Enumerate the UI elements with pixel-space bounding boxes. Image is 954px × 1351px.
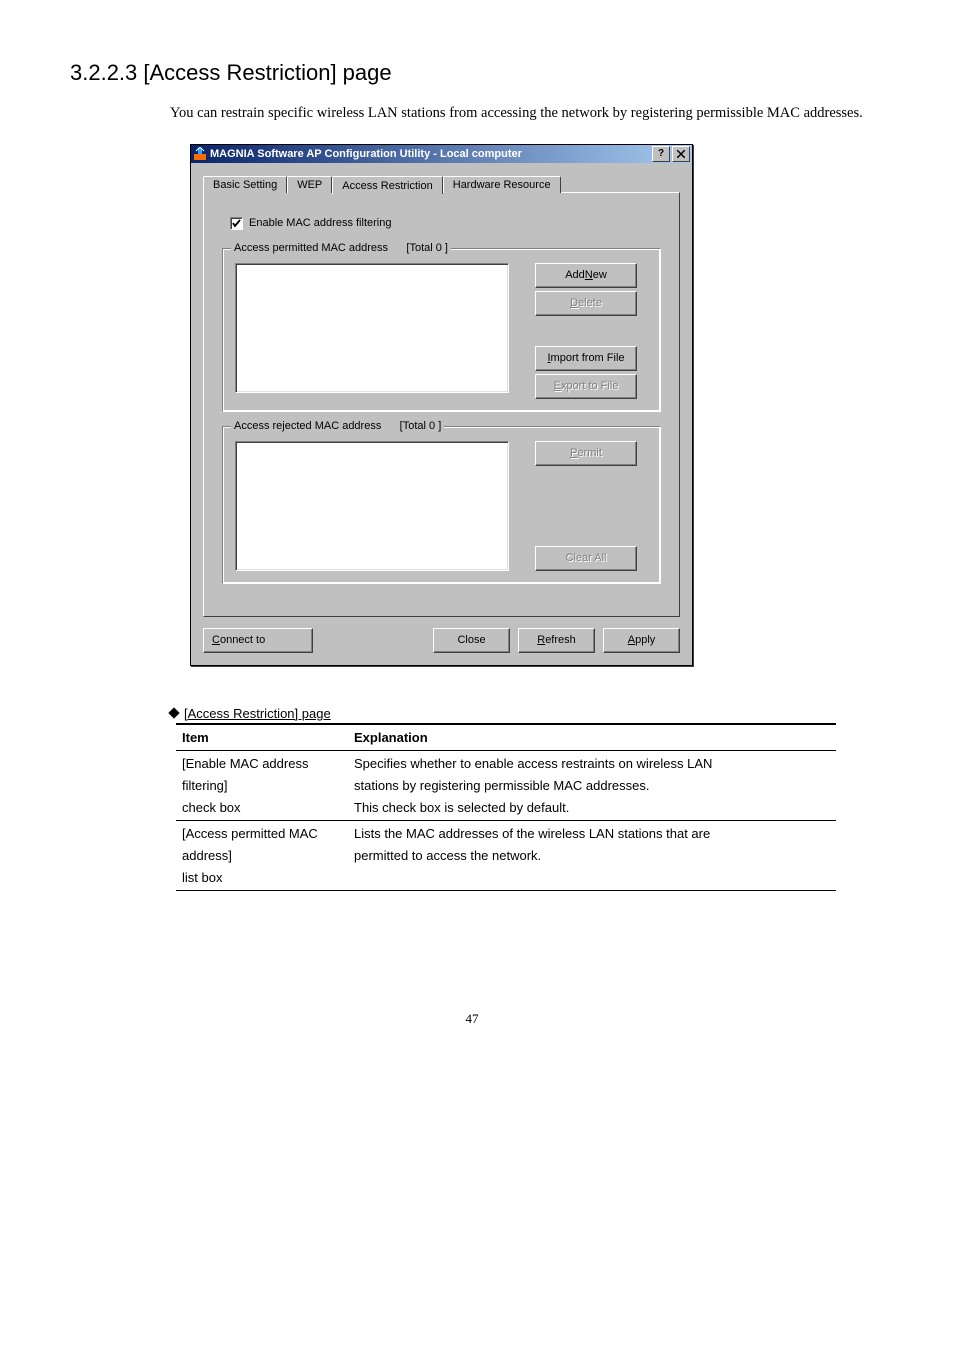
cell-explanation: stations by registering permissible MAC … bbox=[348, 773, 836, 795]
table-caption: [Access Restriction] page bbox=[184, 706, 331, 721]
intro-text: You can restrain specific wireless LAN s… bbox=[170, 104, 874, 124]
permitted-listbox[interactable] bbox=[235, 263, 509, 393]
permitted-groupbox: Access permitted MAC address [Total 0 ] … bbox=[222, 248, 661, 412]
rejected-button-column: Permit Clear All bbox=[535, 441, 637, 571]
cell-explanation: Specifies whether to enable access restr… bbox=[348, 750, 836, 773]
cell-item: address] bbox=[176, 843, 348, 865]
close-button[interactable]: Close bbox=[433, 628, 510, 653]
enable-filtering-row: Enable MAC address filtering bbox=[230, 217, 661, 230]
section-heading: 3.2.2.3 [Access Restriction] page bbox=[70, 60, 874, 86]
cell-item: list box bbox=[176, 865, 348, 891]
table-row: [Enable MAC address Specifies whether to… bbox=[176, 750, 836, 773]
import-from-file-button[interactable]: Import from File bbox=[535, 346, 637, 371]
apply-button[interactable]: Apply bbox=[603, 628, 680, 653]
table-caption-row: [Access Restriction] page bbox=[170, 706, 874, 721]
table-row: [Access permitted MAC Lists the MAC addr… bbox=[176, 820, 836, 843]
add-new-button[interactable]: Add New bbox=[535, 263, 637, 288]
refresh-button[interactable]: Refresh bbox=[518, 628, 595, 653]
table-row: address] permitted to access the network… bbox=[176, 843, 836, 865]
tab-access-restriction[interactable]: Access Restriction bbox=[332, 176, 442, 194]
permitted-legend: Access permitted MAC address [Total 0 ] bbox=[231, 242, 451, 254]
cell-explanation: This check box is selected by default. bbox=[348, 795, 836, 821]
enable-filtering-label: Enable MAC address filtering bbox=[249, 217, 391, 229]
clear-all-button: Clear All bbox=[535, 546, 637, 571]
app-window: MAGNIA Software AP Configuration Utility… bbox=[190, 144, 693, 666]
help-button[interactable]: ? bbox=[652, 146, 670, 162]
bottom-button-row: Connect to Close Refresh Apply bbox=[203, 628, 680, 653]
tab-wep[interactable]: WEP bbox=[287, 176, 332, 193]
tab-panel: Enable MAC address filtering Access perm… bbox=[203, 192, 680, 617]
th-item: Item bbox=[176, 724, 348, 751]
export-to-file-button: Export to File bbox=[535, 374, 637, 399]
delete-button: Delete bbox=[535, 291, 637, 316]
cell-item: check box bbox=[176, 795, 348, 821]
rejected-legend: Access rejected MAC address [Total 0 ] bbox=[231, 420, 444, 432]
rejected-listbox[interactable] bbox=[235, 441, 509, 571]
enable-filtering-checkbox[interactable] bbox=[230, 217, 243, 230]
cell-item: filtering] bbox=[176, 773, 348, 795]
table-row: list box bbox=[176, 865, 836, 891]
tab-strip: Basic Setting WEP Access Restriction Har… bbox=[203, 173, 680, 193]
permitted-button-column: Add New Delete Import from File Export t… bbox=[535, 263, 637, 399]
cell-item: [Enable MAC address bbox=[176, 750, 348, 773]
cell-explanation: Lists the MAC addresses of the wireless … bbox=[348, 820, 836, 843]
table-row: filtering] stations by registering permi… bbox=[176, 773, 836, 795]
tab-basic-setting[interactable]: Basic Setting bbox=[203, 176, 287, 193]
diamond-bullet-icon bbox=[168, 707, 179, 718]
window-title: MAGNIA Software AP Configuration Utility… bbox=[210, 148, 650, 160]
close-window-button[interactable] bbox=[672, 146, 690, 162]
titlebar: MAGNIA Software AP Configuration Utility… bbox=[191, 145, 692, 163]
app-icon bbox=[193, 147, 207, 161]
tab-hardware-resource[interactable]: Hardware Resource bbox=[443, 176, 561, 193]
cell-explanation bbox=[348, 865, 836, 891]
page-number: 47 bbox=[70, 1011, 874, 1027]
cell-explanation: permitted to access the network. bbox=[348, 843, 836, 865]
client-area: Basic Setting WEP Access Restriction Har… bbox=[191, 163, 692, 665]
rejected-groupbox: Access rejected MAC address [Total 0 ] P… bbox=[222, 426, 661, 584]
th-explanation: Explanation bbox=[348, 724, 836, 751]
permit-button: Permit bbox=[535, 441, 637, 466]
explanation-table: Item Explanation [Enable MAC address Spe… bbox=[176, 723, 836, 891]
connect-to-button[interactable]: Connect to bbox=[203, 628, 313, 653]
screenshot-container: MAGNIA Software AP Configuration Utility… bbox=[190, 144, 874, 666]
table-row: check box This check box is selected by … bbox=[176, 795, 836, 821]
cell-item: [Access permitted MAC bbox=[176, 820, 348, 843]
